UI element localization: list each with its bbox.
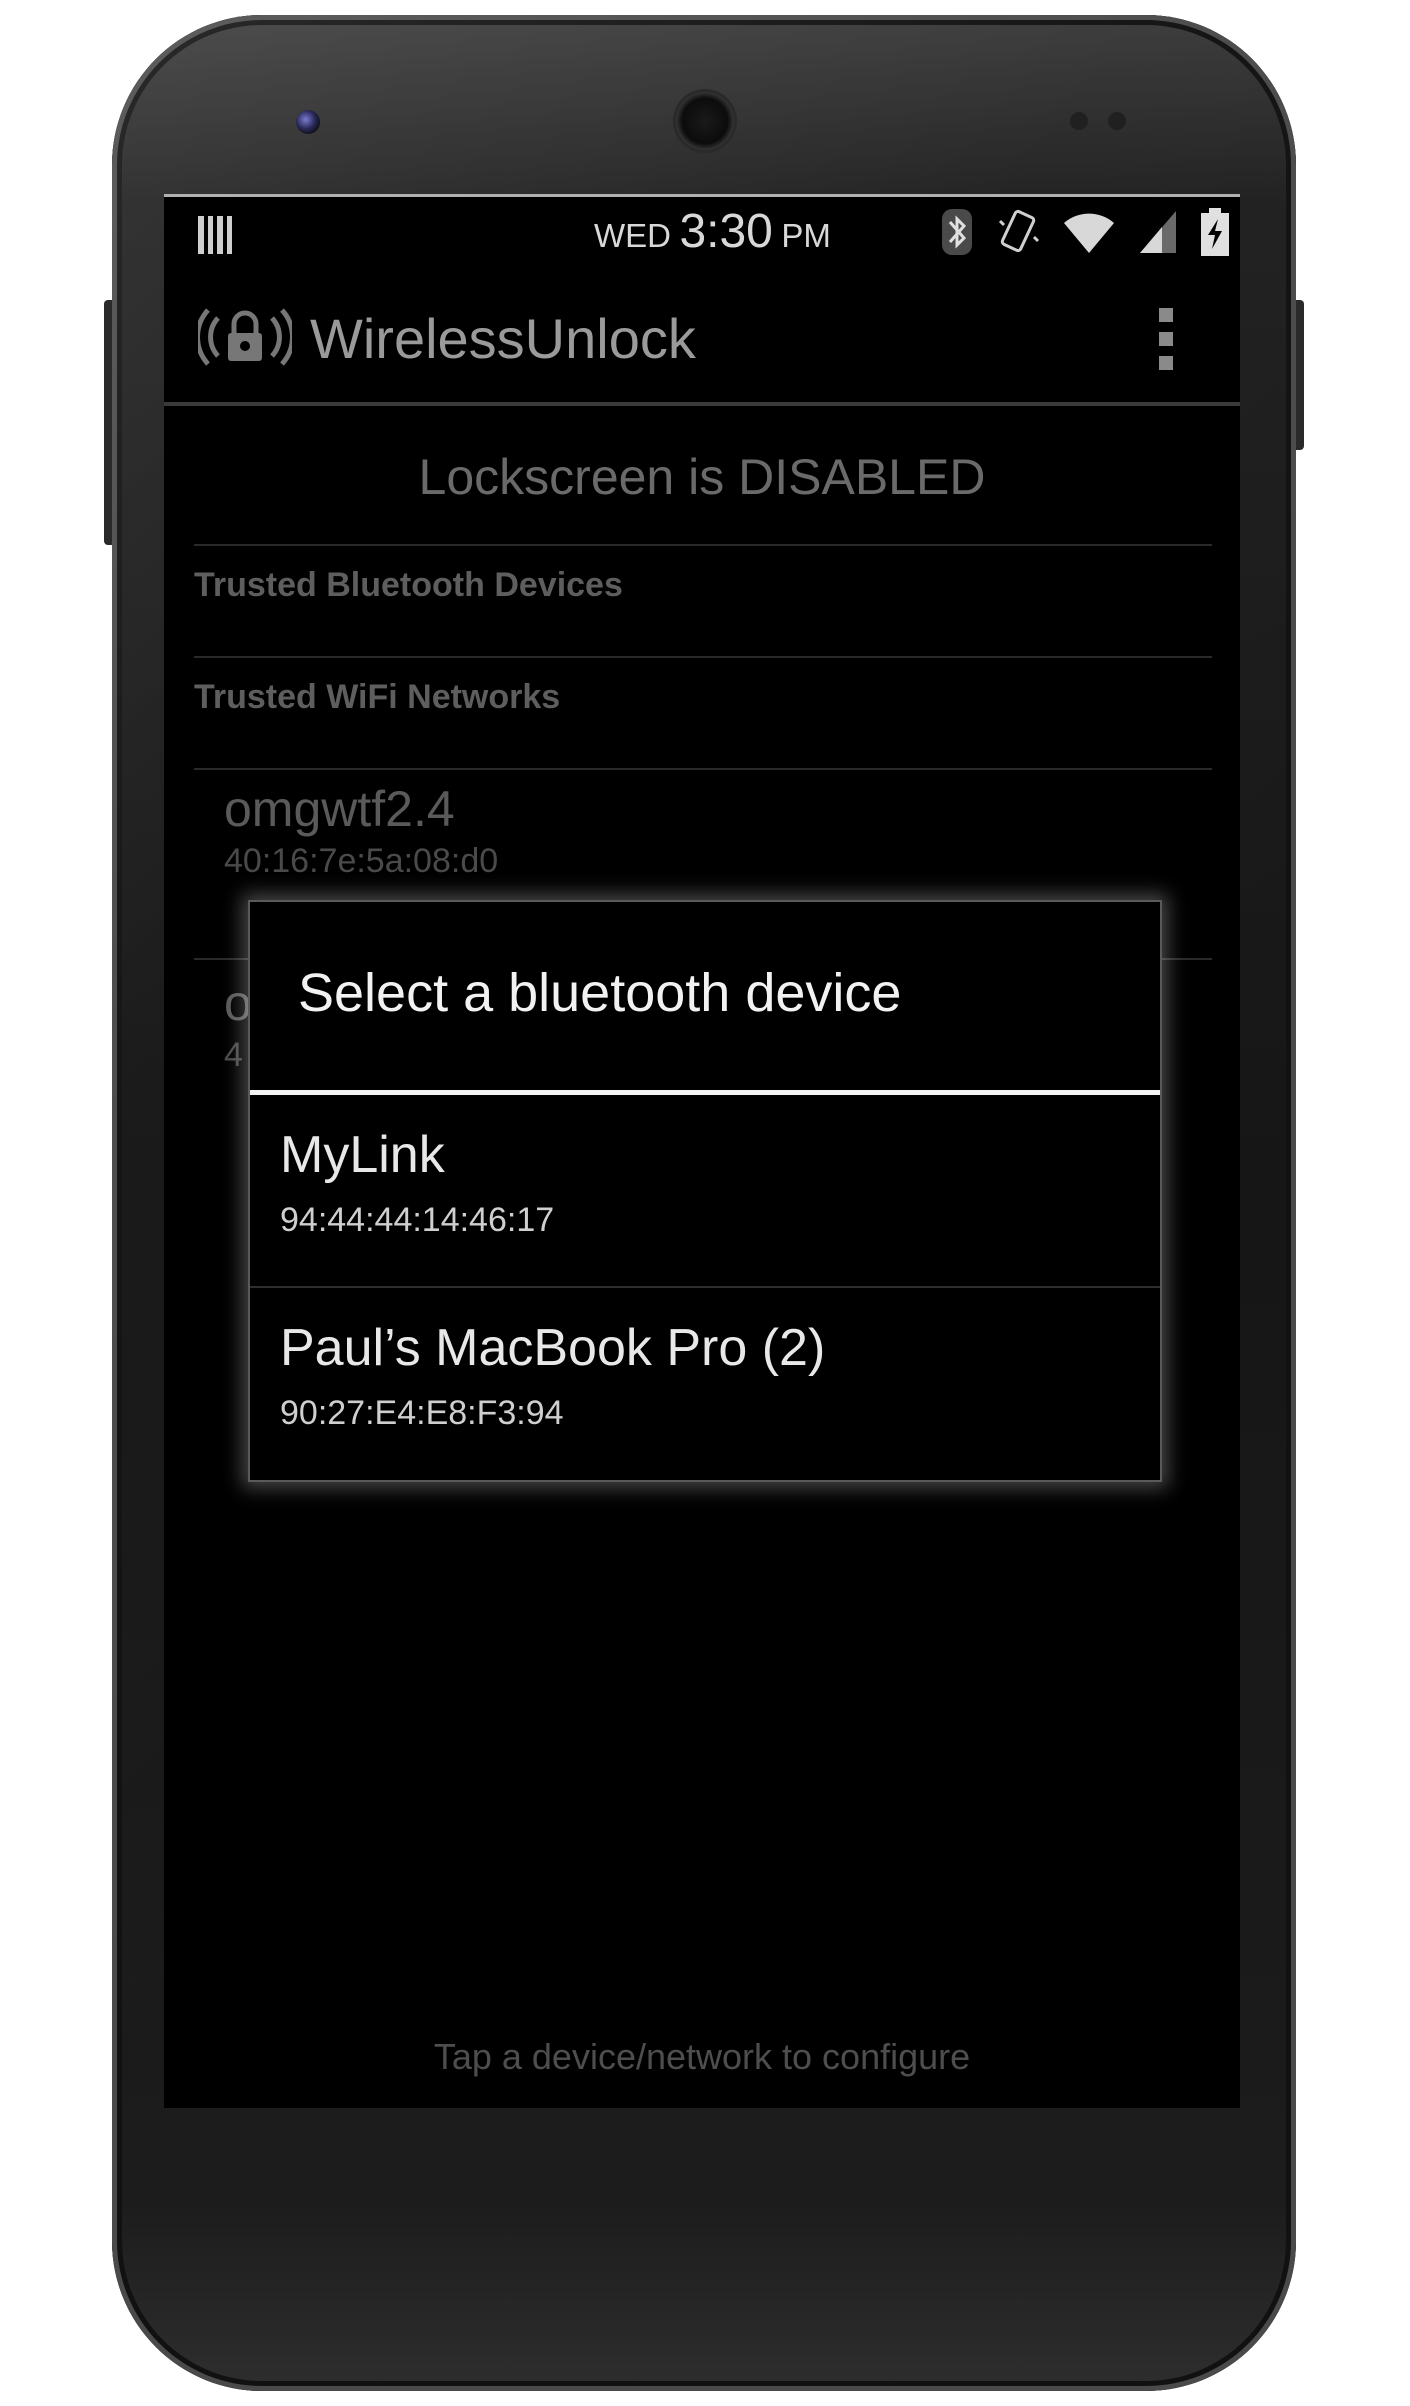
device-mac: 90:27:E4:E8:F3:94 bbox=[280, 1394, 564, 1432]
divider bbox=[194, 544, 1212, 546]
footer-hint: Tap a device/network to configure bbox=[433, 2036, 971, 2077]
vibrate-icon bbox=[998, 209, 1040, 253]
divider bbox=[194, 768, 1212, 770]
wifi-network-mac: 40:16:7e:5a:08:d0 bbox=[224, 842, 499, 880]
status-bar: WED 3:30 PM bbox=[164, 194, 1240, 271]
status-time: 3:30 bbox=[679, 205, 773, 258]
wireless-lock-icon[interactable] bbox=[198, 300, 292, 374]
light-sensor bbox=[1108, 112, 1126, 130]
earpiece-speaker bbox=[676, 92, 734, 150]
wifi-icon bbox=[1064, 213, 1114, 253]
divider bbox=[194, 656, 1212, 658]
section-header-wifi: Trusted WiFi Networks bbox=[194, 678, 561, 716]
bluetooth-icon bbox=[942, 209, 972, 255]
status-bar-top-line bbox=[164, 194, 1240, 197]
device-name: Paul’s MacBook Pro (2) bbox=[280, 1319, 826, 1377]
signal-icon bbox=[1140, 211, 1176, 253]
device-mac: 94:44:44:14:46:17 bbox=[280, 1201, 555, 1239]
status-day: WED bbox=[594, 217, 671, 254]
stage: WED 3:30 PM WirelessUnlock Lockscreen is… bbox=[0, 0, 1410, 2406]
bluetooth-device-item[interactable]: Paul’s MacBook Pro (2) 90:27:E4:E8:F3:94 bbox=[250, 1288, 1160, 1476]
overflow-menu-icon[interactable] bbox=[1156, 308, 1176, 370]
dialog-title: Select a bluetooth device bbox=[298, 963, 902, 1023]
phone-screen: WED 3:30 PM WirelessUnlock Lockscreen is… bbox=[164, 194, 1240, 2108]
status-ampm: PM bbox=[781, 217, 831, 254]
front-camera bbox=[296, 110, 320, 134]
app-title: WirelessUnlock bbox=[310, 307, 696, 370]
action-bar: WirelessUnlock bbox=[164, 270, 1240, 406]
device-name: MyLink bbox=[280, 1126, 445, 1184]
wifi-network-item[interactable]: omgwtf2.4 40:16:7e:5a:08:d0 bbox=[224, 780, 498, 881]
wifi-network-name: omgwtf2.4 bbox=[224, 781, 455, 837]
status-clock: WED 3:30 PM bbox=[594, 204, 831, 259]
notification-icon[interactable] bbox=[198, 216, 232, 254]
select-bluetooth-dialog: Select a bluetooth device MyLink 94:44:4… bbox=[248, 900, 1162, 1482]
section-header-bluetooth: Trusted Bluetooth Devices bbox=[194, 566, 623, 604]
battery-charging-icon bbox=[1201, 208, 1229, 256]
lock-status-text: Lockscreen is DISABLED bbox=[418, 449, 986, 505]
status-icons bbox=[940, 204, 1230, 260]
bluetooth-device-item[interactable]: MyLink 94:44:44:14:46:17 bbox=[250, 1095, 1160, 1283]
proximity-sensor bbox=[1070, 112, 1088, 130]
